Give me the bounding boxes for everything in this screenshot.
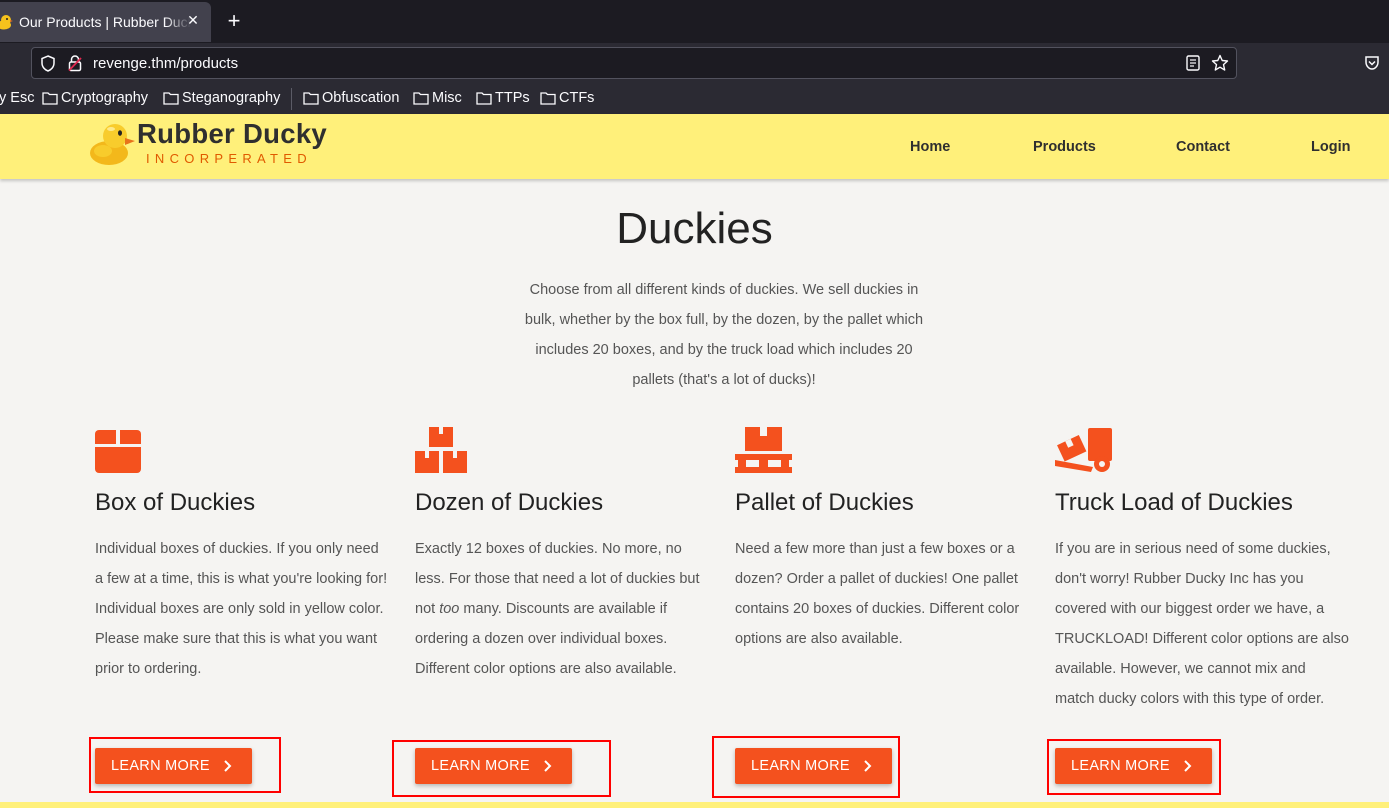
pocket-icon[interactable] <box>1364 55 1380 71</box>
reader-view-icon[interactable] <box>1186 55 1200 71</box>
bookmark-folder-ctfs[interactable]: CTFs <box>540 90 594 106</box>
bookmarks-bar: y Esc Cryptography Steganography Obfusca… <box>0 85 1389 114</box>
bookmark-separator <box>291 88 292 110</box>
shield-icon[interactable] <box>40 55 56 72</box>
footer-strip <box>0 802 1389 808</box>
bookmark-folder-cryptography[interactable]: Cryptography <box>42 90 148 106</box>
tab-title: Our Products | Rubber Ducky Inc <box>19 14 191 30</box>
brand-name[interactable]: Rubber Ducky <box>137 118 327 150</box>
browser-tab[interactable]: Our Products | Rubber Ducky Inc ✕ <box>0 2 211 42</box>
card-description: If you are in serious need of some ducki… <box>1055 541 1349 707</box>
highlight-box <box>1047 739 1221 795</box>
bookmark-item[interactable]: y Esc <box>0 90 34 106</box>
url-bar[interactable]: revenge.thm/products <box>31 47 1237 79</box>
folder-icon <box>42 92 58 105</box>
card-description: Exactly 12 boxes of duckies. No more, no… <box>415 541 700 677</box>
highlight-box <box>392 740 611 797</box>
duck-favicon-icon <box>0 15 13 30</box>
folder-icon <box>413 92 429 105</box>
browser-nav-bar: revenge.thm/products <box>0 43 1389 85</box>
bookmark-star-icon[interactable] <box>1211 54 1229 72</box>
nav-products-link[interactable]: Products <box>1033 139 1096 155</box>
page-title: Duckies <box>616 204 773 253</box>
nav-home-link[interactable]: Home <box>910 139 950 155</box>
pallet-icon <box>735 427 792 473</box>
brand-subtitle: INCORPERATED <box>146 151 312 166</box>
insecure-lock-icon[interactable] <box>68 55 82 72</box>
highlight-box <box>89 737 281 793</box>
card-title: Dozen of Duckies <box>415 489 604 516</box>
url-text[interactable]: revenge.thm/products <box>93 55 238 72</box>
folder-icon <box>476 92 492 105</box>
card-description: Individual boxes of duckies. If you only… <box>95 541 388 677</box>
folder-icon <box>303 92 319 105</box>
browser-tab-bar: Our Products | Rubber Ducky Inc ✕ + <box>0 0 1389 43</box>
bookmark-folder-steganography[interactable]: Steganography <box>163 90 280 106</box>
bookmark-folder-ttps[interactable]: TTPs <box>476 90 530 106</box>
box-icon <box>95 430 141 473</box>
site-header: Rubber Ducky INCORPERATED Home Products … <box>0 114 1389 179</box>
card-title: Box of Duckies <box>95 489 256 516</box>
card-title: Truck Load of Duckies <box>1055 489 1293 516</box>
rubber-duck-logo-icon[interactable] <box>89 121 137 167</box>
tab-close-icon[interactable]: ✕ <box>185 12 201 28</box>
card-description: Need a few more than just a few boxes or… <box>735 541 1020 647</box>
folder-icon <box>540 92 556 105</box>
folder-icon <box>163 92 179 105</box>
nav-contact-link[interactable]: Contact <box>1176 139 1230 155</box>
new-tab-icon[interactable]: + <box>224 10 244 32</box>
bookmark-folder-misc[interactable]: Misc <box>413 90 462 106</box>
boxes-icon <box>415 427 467 473</box>
highlight-box <box>712 736 900 798</box>
card-title: Pallet of Duckies <box>735 489 914 516</box>
intro-paragraph: Choose from all different kinds of ducki… <box>524 282 924 388</box>
bookmark-folder-obfuscation[interactable]: Obfuscation <box>303 90 399 106</box>
dolly-icon <box>1055 428 1112 472</box>
nav-login-link[interactable]: Login <box>1311 139 1350 155</box>
